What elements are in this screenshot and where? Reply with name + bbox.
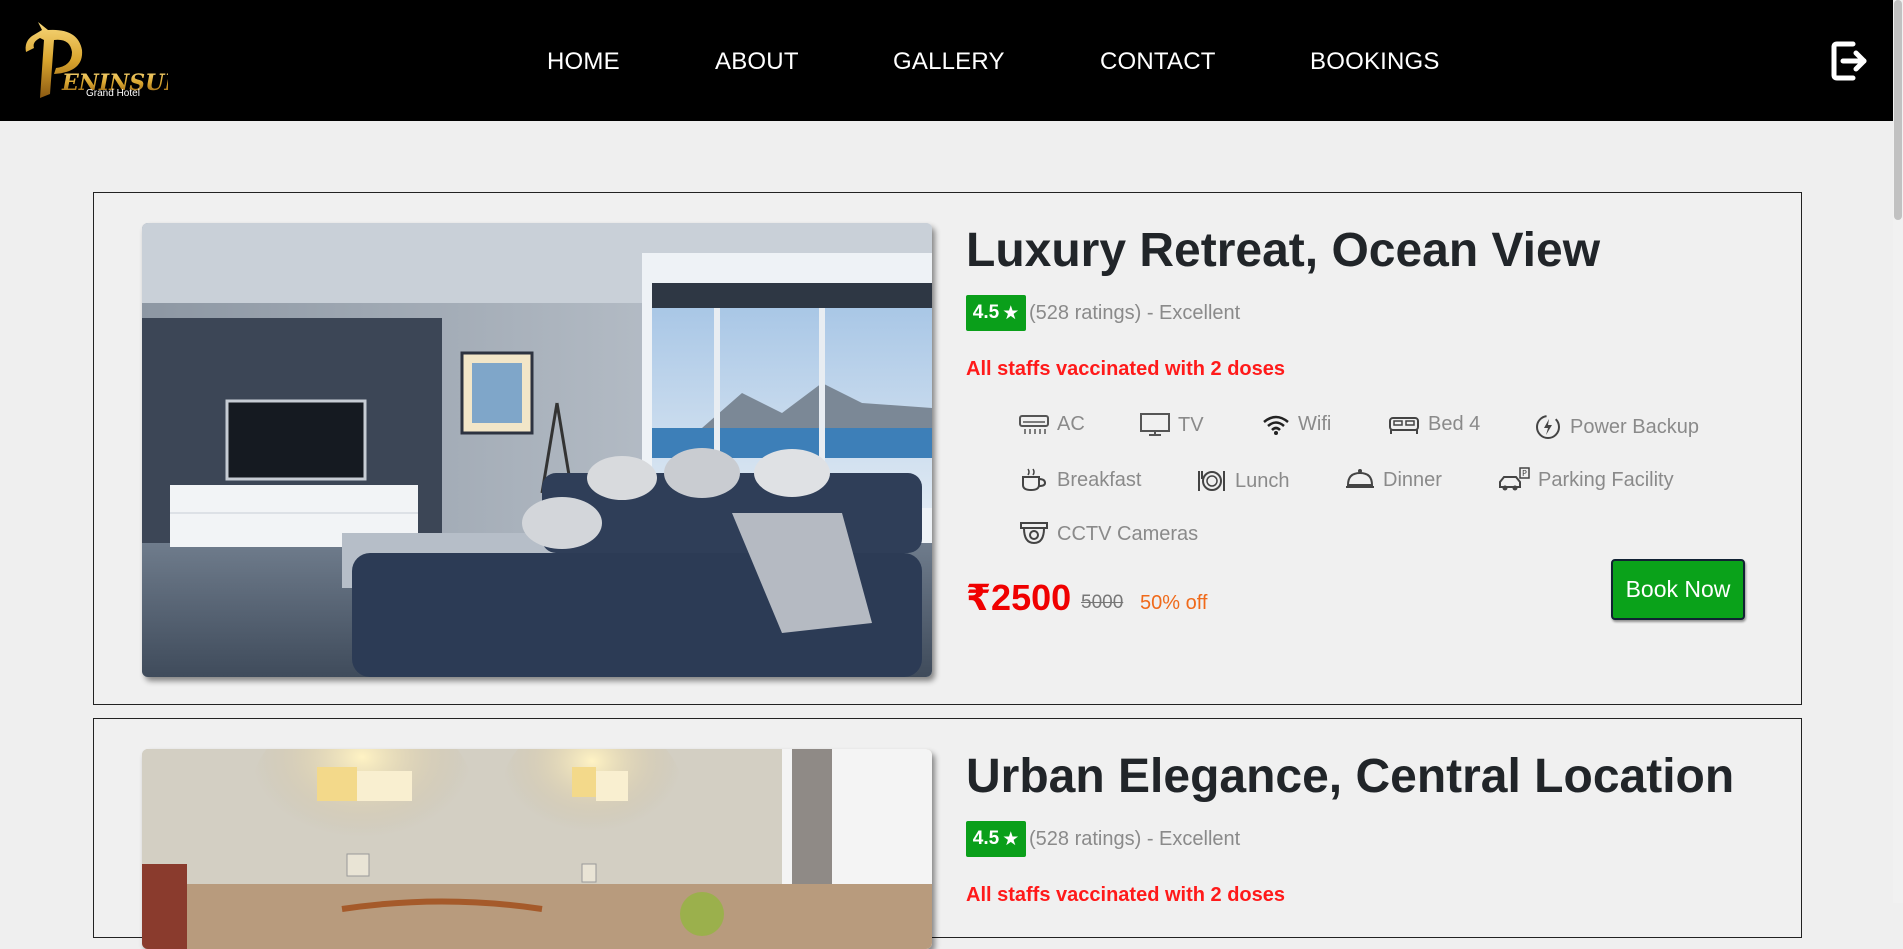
svg-text:P: P bbox=[1522, 469, 1527, 478]
tv-icon bbox=[1140, 413, 1170, 436]
nav-contact[interactable]: CONTACT bbox=[1100, 48, 1216, 76]
power-backup-icon bbox=[1536, 415, 1560, 439]
breakfast-icon bbox=[1022, 468, 1047, 492]
parking-icon: P bbox=[1499, 467, 1530, 491]
room-price: ₹2500 bbox=[966, 577, 1072, 618]
amenity-label: Lunch bbox=[1235, 469, 1290, 492]
amenity-parking: P Parking Facility bbox=[1498, 467, 1674, 493]
scrollbar-thumb[interactable] bbox=[1894, 0, 1902, 220]
page-scrollbar[interactable] bbox=[1893, 0, 1903, 903]
room-photo[interactable] bbox=[142, 223, 932, 677]
room-card: Luxury Retreat, Ocean View 4.5 ★ (528 ra… bbox=[93, 192, 1802, 705]
star-icon: ★ bbox=[1002, 828, 1020, 850]
amenity-label: CCTV Cameras bbox=[1057, 522, 1199, 545]
main-nav: HOME ABOUT GALLERY CONTACT BOOKINGS bbox=[0, 48, 1893, 78]
discount-label: 50% off bbox=[1140, 592, 1208, 614]
dinner-icon bbox=[1346, 469, 1374, 488]
ac-icon bbox=[1019, 414, 1049, 434]
amenity-label: Breakfast bbox=[1057, 468, 1142, 491]
original-price: 5000 bbox=[1081, 592, 1124, 613]
amenity-lunch: Lunch bbox=[1197, 467, 1290, 495]
vaccination-notice: All staffs vaccinated with 2 doses bbox=[966, 884, 1285, 906]
amenity-label: Bed 4 bbox=[1428, 413, 1481, 435]
amenity-wifi: Wifi bbox=[1262, 413, 1331, 436]
room-title: Luxury Retreat, Ocean View bbox=[966, 224, 1601, 277]
logo-subtext: Grand Hotel bbox=[86, 88, 140, 99]
nav-bookings[interactable]: BOOKINGS bbox=[1310, 48, 1440, 76]
room-photo[interactable] bbox=[142, 749, 932, 949]
rating-value: 4.5 bbox=[972, 302, 1000, 323]
amenity-dinner: Dinner bbox=[1345, 467, 1442, 493]
rating-summary: (528 ratings) - Excellent bbox=[1029, 302, 1241, 324]
amenity-cctv: CCTV Cameras bbox=[1019, 521, 1198, 547]
rating-badge: 4.5 ★ bbox=[966, 821, 1026, 857]
lunch-icon bbox=[1198, 471, 1225, 491]
amenity-ac: AC bbox=[1019, 413, 1085, 436]
amenity-tv: TV bbox=[1140, 413, 1204, 437]
cctv-icon bbox=[1020, 522, 1048, 545]
amenity-power-backup: Power Backup bbox=[1534, 413, 1699, 441]
logout-icon[interactable] bbox=[1831, 40, 1867, 82]
amenity-label: Dinner bbox=[1383, 468, 1442, 491]
nav-home[interactable]: HOME bbox=[547, 48, 620, 76]
room-card: Urban Elegance, Central Location 4.5 ★ (… bbox=[93, 718, 1802, 949]
amenity-label: Parking Facility bbox=[1538, 468, 1674, 491]
amenity-label: TV bbox=[1178, 413, 1204, 436]
book-now-button[interactable]: Book Now bbox=[1611, 559, 1745, 620]
nav-about[interactable]: ABOUT bbox=[715, 48, 799, 76]
amenity-label: AC bbox=[1057, 413, 1085, 435]
amenity-label: Wifi bbox=[1298, 413, 1332, 435]
star-icon: ★ bbox=[1002, 302, 1020, 324]
bed-icon bbox=[1389, 416, 1419, 434]
amenity-breakfast: Breakfast bbox=[1019, 467, 1141, 493]
amenity-bed: Bed 4 bbox=[1388, 413, 1480, 436]
room-title: Urban Elegance, Central Location bbox=[966, 750, 1735, 803]
top-navbar: ENINSULA Grand Hotel HOME ABOUT GALLERY … bbox=[0, 0, 1893, 121]
nav-gallery[interactable]: GALLERY bbox=[893, 48, 1005, 76]
rating-summary: (528 ratings) - Excellent bbox=[1029, 828, 1241, 850]
rating-value: 4.5 bbox=[972, 828, 1000, 849]
amenity-label: Power Backup bbox=[1570, 415, 1699, 438]
vaccination-notice: All staffs vaccinated with 2 doses bbox=[966, 358, 1285, 380]
rating-badge: 4.5 ★ bbox=[966, 295, 1026, 331]
wifi-icon bbox=[1263, 415, 1289, 435]
